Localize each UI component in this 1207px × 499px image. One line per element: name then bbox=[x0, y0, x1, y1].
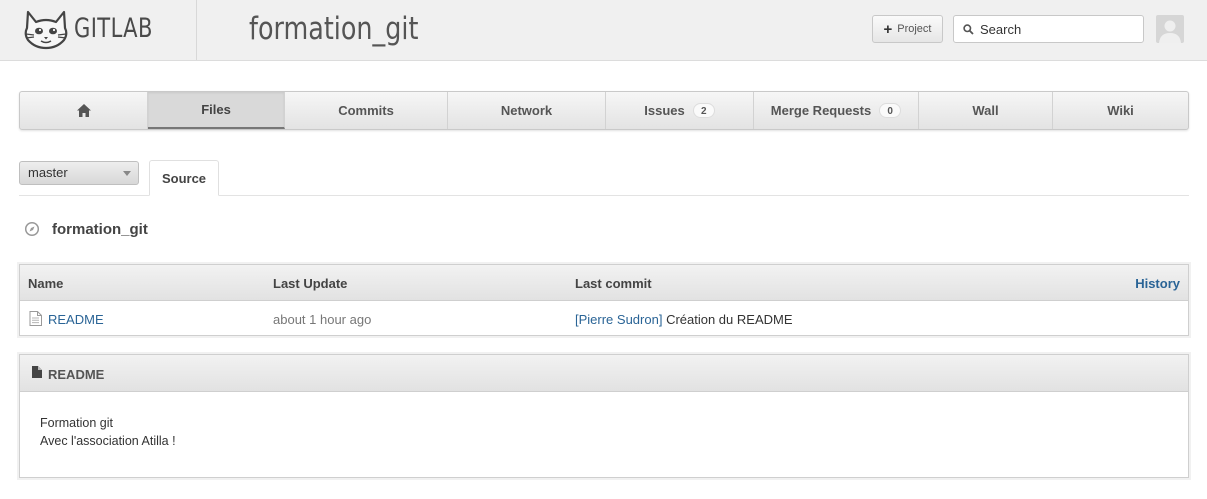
search-box[interactable] bbox=[953, 15, 1144, 43]
table-header: Name Last Update Last commit History bbox=[20, 265, 1188, 301]
column-last-commit: Last commit bbox=[575, 276, 652, 291]
history-link[interactable]: History bbox=[1135, 276, 1180, 291]
readme-line: Formation git bbox=[40, 416, 113, 430]
search-input[interactable] bbox=[980, 20, 1140, 38]
file-icon bbox=[29, 311, 42, 326]
tab-commits[interactable]: Commits bbox=[285, 92, 448, 129]
commit-message[interactable]: Création du README bbox=[666, 312, 792, 327]
top-header: GITLAB formation_git + Project bbox=[0, 0, 1207, 61]
tab-network-label: Network bbox=[500, 103, 553, 118]
compass-icon bbox=[24, 221, 40, 237]
tab-source[interactable]: Source bbox=[149, 160, 219, 196]
search-icon bbox=[963, 24, 974, 35]
branch-select[interactable]: master bbox=[19, 161, 139, 185]
avatar[interactable] bbox=[1156, 15, 1184, 43]
chevron-down-icon bbox=[123, 171, 131, 176]
issues-count-badge: 2 bbox=[692, 103, 715, 118]
document-icon bbox=[32, 366, 42, 378]
tab-merge-requests-label: Merge Requests bbox=[770, 103, 872, 118]
project-nav: Files Commits Network Issues 2 Merge Req… bbox=[19, 91, 1189, 130]
new-project-label: Project bbox=[897, 23, 932, 35]
tab-network[interactable]: Network bbox=[448, 92, 606, 129]
readme-title: README bbox=[48, 367, 105, 382]
table-row[interactable]: README about 1 hour ago [Pierre Sudron] … bbox=[20, 301, 1188, 336]
project-title: formation_git bbox=[249, 11, 419, 47]
home-icon bbox=[76, 104, 91, 117]
readme-line: Avec l'association Atilla ! bbox=[40, 434, 176, 448]
tab-merge-requests[interactable]: Merge Requests 0 bbox=[754, 92, 919, 129]
readme-content: Formation git Avec l'association Atilla … bbox=[20, 392, 1188, 450]
logo[interactable]: GITLAB bbox=[0, 0, 197, 60]
tab-home[interactable] bbox=[20, 92, 148, 129]
plus-icon: + bbox=[883, 20, 893, 38]
branch-select-value: master bbox=[28, 165, 68, 180]
tab-commits-label: Commits bbox=[338, 103, 394, 118]
tab-issues-label: Issues bbox=[644, 103, 685, 118]
new-project-button[interactable]: + Project bbox=[872, 15, 943, 43]
column-last-update: Last Update bbox=[273, 276, 348, 291]
tab-wall-label: Wall bbox=[972, 103, 999, 118]
file-last-update: about 1 hour ago bbox=[273, 312, 372, 327]
logo-text: GITLAB bbox=[74, 13, 153, 44]
file-name-link[interactable]: README bbox=[48, 312, 104, 327]
tab-wiki-label: Wiki bbox=[1107, 103, 1134, 118]
file-tree-table: Name Last Update Last commit History REA… bbox=[19, 264, 1189, 336]
readme-header: README bbox=[20, 355, 1188, 392]
merge-requests-count-badge: 0 bbox=[879, 103, 902, 118]
tab-wall[interactable]: Wall bbox=[919, 92, 1053, 129]
gitlab-cat-icon bbox=[24, 10, 68, 50]
breadcrumb[interactable]: formation_git bbox=[52, 221, 148, 238]
column-name: Name bbox=[28, 276, 64, 291]
user-icon bbox=[1159, 20, 1181, 43]
readme-panel: README Formation git Avec l'association … bbox=[19, 354, 1189, 478]
tab-issues[interactable]: Issues 2 bbox=[606, 92, 754, 129]
commit-author-link[interactable]: [Pierre Sudron] bbox=[575, 312, 662, 327]
tab-files-label: Files bbox=[201, 102, 231, 117]
tab-files[interactable]: Files bbox=[148, 92, 285, 129]
tab-wiki[interactable]: Wiki bbox=[1053, 92, 1188, 129]
